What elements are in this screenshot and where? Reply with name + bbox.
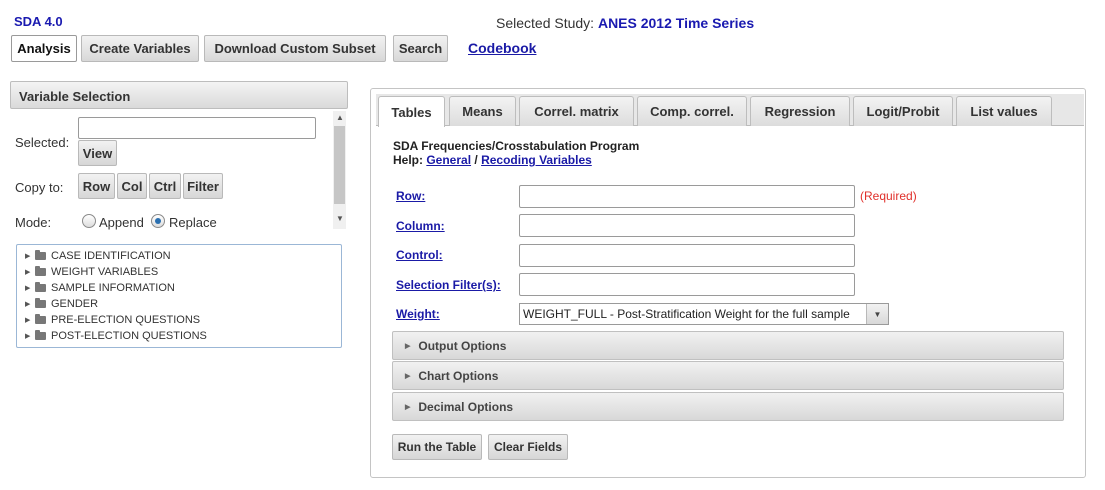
control-input[interactable] (519, 244, 855, 267)
help-general-link[interactable]: General (426, 153, 471, 167)
output-options-section[interactable]: ▶ Output Options (392, 331, 1064, 360)
tree-item-post-election-questions[interactable]: ▶ POST-ELECTION QUESTIONS (25, 330, 207, 342)
tab-logit-probit[interactable]: Logit/Probit (853, 96, 953, 126)
chart-options-section[interactable]: ▶ Chart Options (392, 361, 1064, 390)
section-label: Decimal Options (418, 399, 514, 414)
panel-scrollbar-thumb[interactable] (334, 126, 345, 204)
folder-icon (35, 298, 46, 308)
variable-selection-header[interactable]: Variable Selection (10, 81, 348, 109)
expand-triangle-icon: ▶ (405, 372, 411, 380)
help-recoding-link[interactable]: Recoding Variables (481, 153, 592, 167)
mode-replace-label[interactable]: Replace (169, 215, 217, 230)
tree-item-label: POST-ELECTION QUESTIONS (51, 330, 207, 342)
folder-icon (35, 250, 46, 260)
codebook-link[interactable]: Codebook (468, 40, 536, 56)
decimal-options-section[interactable]: ▶ Decimal Options (392, 392, 1064, 421)
tab-tables[interactable]: Tables (378, 96, 445, 127)
folder-icon (35, 266, 46, 276)
selection-filter-label-link[interactable]: Selection Filter(s): (396, 278, 501, 292)
mode-append-label[interactable]: Append (99, 215, 144, 230)
mode-label: Mode: (15, 215, 52, 230)
selected-label: Selected: (15, 135, 70, 150)
expand-triangle-icon[interactable]: ▶ (25, 284, 35, 292)
control-label-link[interactable]: Control: (396, 248, 443, 262)
selected-variable-input[interactable] (78, 117, 316, 139)
section-label: Chart Options (418, 368, 499, 383)
program-title: SDA Frequencies/Crosstabulation Program (393, 139, 640, 153)
row-input[interactable] (519, 185, 855, 208)
download-subset-button[interactable]: Download Custom Subset (204, 35, 386, 62)
selection-filter-input[interactable] (519, 273, 855, 296)
tree-item-sample-information[interactable]: ▶ SAMPLE INFORMATION (25, 282, 175, 294)
scroll-down-icon[interactable]: ▼ (336, 214, 344, 223)
tree-item-label: GENDER (51, 298, 99, 310)
section-label: Output Options (418, 338, 507, 353)
chevron-down-icon[interactable]: ▼ (866, 304, 888, 324)
variable-tree: ▶ CASE IDENTIFICATION ▶ WEIGHT VARIABLES ▶… (16, 244, 342, 348)
help-separator: / (474, 153, 478, 167)
copy-ctrl-button[interactable]: Ctrl (149, 173, 181, 199)
tree-item-pre-election-questions[interactable]: ▶ PRE-ELECTION QUESTIONS (25, 314, 200, 326)
tab-list-values[interactable]: List values (956, 96, 1052, 126)
help-label: Help: (393, 153, 423, 167)
tree-item-label: CASE IDENTIFICATION (51, 250, 171, 262)
row-label-link[interactable]: Row: (396, 189, 425, 203)
analysis-button[interactable]: Analysis (11, 35, 77, 62)
study-label: Selected Study: (496, 15, 595, 31)
tree-item-label: SAMPLE INFORMATION (51, 282, 175, 294)
required-note: (Required) (860, 189, 917, 203)
search-button[interactable]: Search (393, 35, 448, 62)
create-variables-button[interactable]: Create Variables (81, 35, 199, 62)
clear-fields-button[interactable]: Clear Fields (488, 434, 568, 460)
expand-triangle-icon: ▶ (405, 342, 411, 350)
tab-correl-matrix[interactable]: Correl. matrix (519, 96, 634, 126)
column-label-link[interactable]: Column: (396, 219, 445, 233)
help-line: Help: General / Recoding Variables (393, 153, 592, 167)
expand-triangle-icon[interactable]: ▶ (25, 316, 35, 324)
view-button[interactable]: View (78, 140, 117, 166)
weight-label-link[interactable]: Weight: (396, 307, 440, 321)
app-title: SDA 4.0 (14, 14, 63, 29)
tab-regression[interactable]: Regression (750, 96, 850, 126)
selected-study: Selected Study: ANES 2012 Time Series (496, 15, 754, 31)
study-name: ANES 2012 Time Series (597, 15, 755, 31)
tree-item-weight-variables[interactable]: ▶ WEIGHT VARIABLES (25, 266, 158, 278)
expand-triangle-icon[interactable]: ▶ (25, 252, 35, 260)
copy-to-label: Copy to: (15, 180, 64, 195)
expand-triangle-icon: ▶ (405, 403, 411, 411)
folder-icon (35, 282, 46, 292)
folder-icon (35, 314, 46, 324)
column-input[interactable] (519, 214, 855, 237)
expand-triangle-icon[interactable]: ▶ (25, 332, 35, 340)
tree-item-label: WEIGHT VARIABLES (51, 266, 159, 278)
copy-col-button[interactable]: Col (117, 173, 147, 199)
run-table-button[interactable]: Run the Table (392, 434, 482, 460)
mode-replace-radio[interactable] (151, 214, 165, 228)
weight-select[interactable]: WEIGHT_FULL - Post-Stratification Weight… (519, 303, 889, 325)
tree-item-label: PRE-ELECTION QUESTIONS (51, 314, 201, 326)
expand-triangle-icon[interactable]: ▶ (25, 300, 35, 308)
tree-item-case-identification[interactable]: ▶ CASE IDENTIFICATION (25, 250, 171, 262)
copy-row-button[interactable]: Row (78, 173, 115, 199)
tab-comp-correl[interactable]: Comp. correl. (637, 96, 747, 126)
folder-icon (35, 330, 46, 340)
tab-means[interactable]: Means (449, 96, 516, 126)
expand-triangle-icon[interactable]: ▶ (25, 268, 35, 276)
weight-selected-value: WEIGHT_FULL - Post-Stratification Weight… (523, 307, 850, 321)
copy-filter-button[interactable]: Filter (183, 173, 223, 199)
scroll-up-icon[interactable]: ▲ (336, 113, 344, 122)
mode-append-radio[interactable] (82, 214, 96, 228)
tree-item-gender[interactable]: ▶ GENDER (25, 298, 98, 310)
